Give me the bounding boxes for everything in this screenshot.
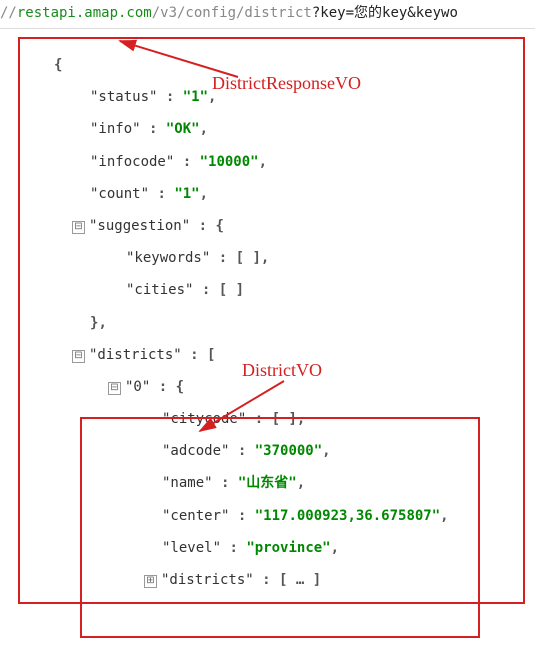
collapse-toggle[interactable]: ⊟ xyxy=(72,350,85,363)
json-line: }, xyxy=(26,307,517,339)
url-path: /v3/config/district xyxy=(152,5,312,21)
json-line: "infocode" : "10000", xyxy=(26,146,517,178)
annotation-response-vo: DistrictResponseVO xyxy=(212,73,361,94)
collapse-toggle[interactable]: ⊟ xyxy=(72,221,85,234)
annotation-district-vo: DistrictVO xyxy=(242,360,322,381)
json-line: "info" : "OK", xyxy=(26,113,517,145)
json-line: "keywords" : [ ], xyxy=(26,242,517,274)
url-query: ?key=您的key&keywo xyxy=(312,5,458,21)
url-host: restapi.amap.com xyxy=(17,5,152,21)
json-line: "count" : "1", xyxy=(26,178,517,210)
district-vo-box xyxy=(80,417,480,638)
json-line: ⊟"suggestion" : { xyxy=(26,210,517,242)
json-response-box: DistrictResponseVO DistrictVO { "status"… xyxy=(18,37,525,604)
url-bar: //restapi.amap.com/v3/config/district?ke… xyxy=(0,0,535,29)
collapse-toggle[interactable]: ⊟ xyxy=(108,382,121,395)
json-line: "cities" : [ ] xyxy=(26,274,517,306)
url-scheme: // xyxy=(0,5,17,21)
